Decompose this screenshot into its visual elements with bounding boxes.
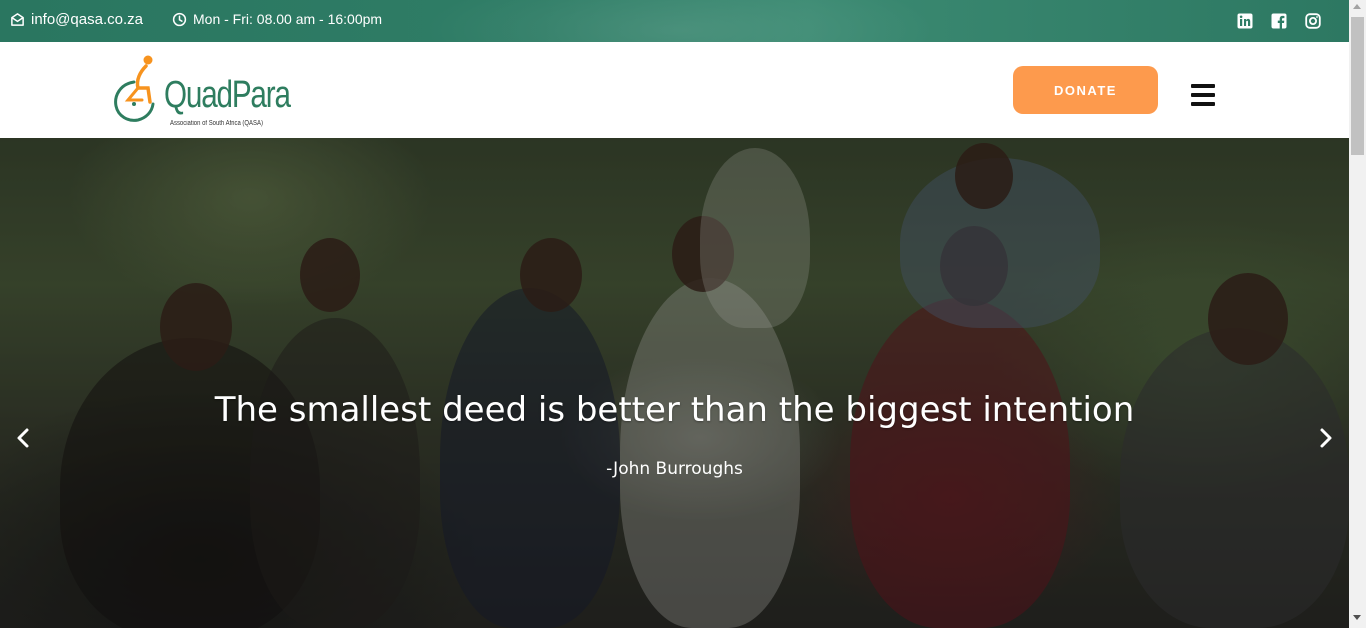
opening-hours: Mon - Fri: 08.00 am - 16:00pm bbox=[172, 11, 382, 27]
instagram-icon[interactable] bbox=[1305, 13, 1321, 29]
hero-quote: The smallest deed is better than the big… bbox=[214, 390, 1135, 430]
site-header: QuadPara Association of South Africa (QA… bbox=[0, 42, 1349, 138]
hero-quote-author: -John Burroughs bbox=[606, 459, 743, 479]
envelope-icon bbox=[11, 13, 24, 26]
linkedin-icon[interactable] bbox=[1237, 13, 1253, 29]
facebook-icon[interactable] bbox=[1271, 13, 1287, 29]
contact-email[interactable]: info@qasa.co.za bbox=[10, 11, 143, 28]
donate-button[interactable]: DONATE bbox=[1013, 66, 1158, 114]
top-bar: info@qasa.co.za Mon - Fri: 08.00 am - 16… bbox=[0, 0, 1349, 42]
contact-email-text[interactable]: info@qasa.co.za bbox=[31, 11, 143, 28]
logo-wordmark: QuadPara bbox=[164, 74, 291, 116]
hero-overlay bbox=[0, 138, 1349, 628]
clock-icon bbox=[172, 12, 187, 26]
scroll-up-arrow-icon[interactable] bbox=[1353, 4, 1361, 9]
hero-slider: The smallest deed is better than the big… bbox=[0, 138, 1349, 628]
site-logo[interactable]: QuadPara Association of South Africa (QA… bbox=[112, 50, 291, 132]
logo-tagline: Association of South Africa (QASA) bbox=[170, 120, 263, 127]
scroll-down-arrow-icon[interactable] bbox=[1353, 615, 1361, 620]
chevron-right-icon[interactable] bbox=[1318, 427, 1334, 449]
wheelchair-logo-icon bbox=[114, 55, 155, 122]
scrollbar-thumb[interactable] bbox=[1351, 17, 1364, 155]
hamburger-menu-icon[interactable] bbox=[1191, 84, 1215, 106]
page-scrollbar[interactable] bbox=[1349, 0, 1366, 628]
chevron-left-icon[interactable] bbox=[15, 427, 31, 449]
opening-hours-text: Mon - Fri: 08.00 am - 16:00pm bbox=[193, 11, 383, 27]
